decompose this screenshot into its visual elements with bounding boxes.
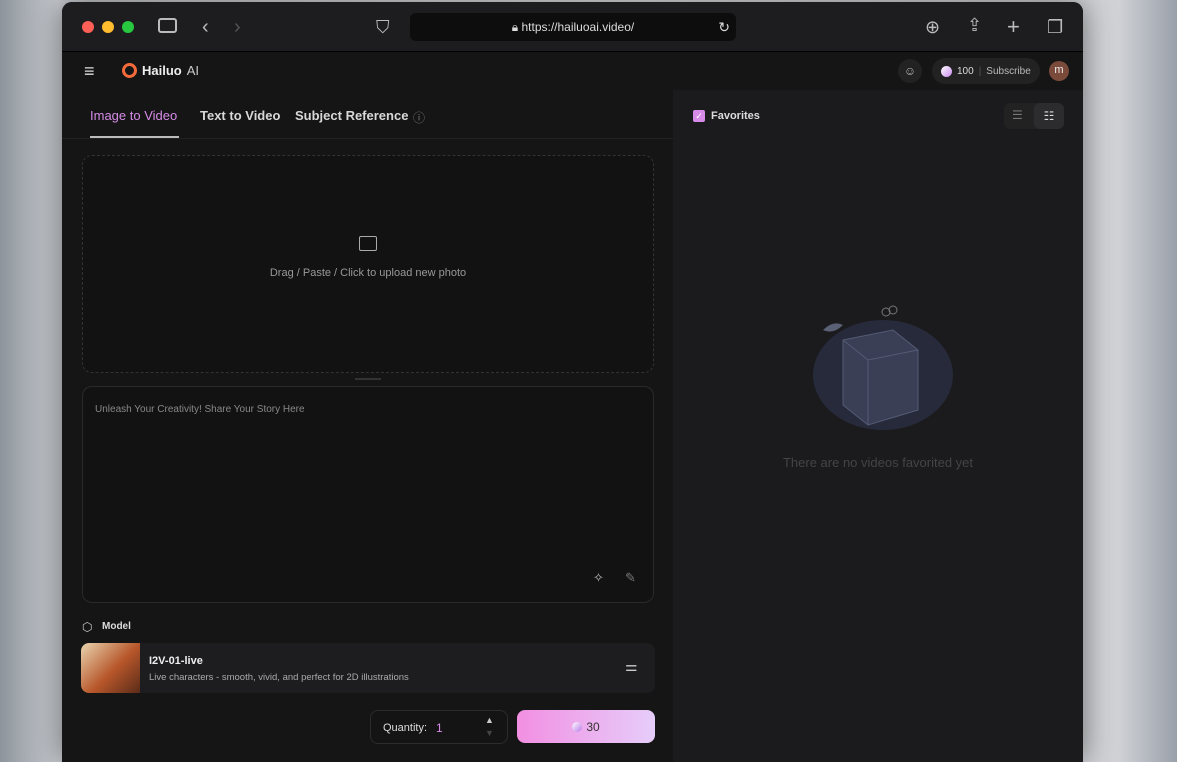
sidebar-toggle-icon[interactable] <box>158 18 177 33</box>
grid-view-icon[interactable]: ☷ <box>1034 103 1064 129</box>
reload-icon[interactable]: ↻ <box>718 13 730 41</box>
increment-icon[interactable]: ▲ <box>485 715 494 725</box>
favorites-label: Favorites <box>711 110 760 122</box>
discord-icon[interactable]: ☺ <box>898 59 922 83</box>
list-view-icon[interactable]: ☰ <box>1012 108 1023 122</box>
tab-image-to-video[interactable]: Image to Video <box>90 108 177 123</box>
shield-icon[interactable]: ⛉ <box>376 18 390 36</box>
tab-subject-reference[interactable]: Subject Reference <box>295 108 408 123</box>
credits-pill[interactable]: 100 | Subscribe <box>932 58 1040 84</box>
empty-state-message: There are no videos favorited yet <box>782 455 974 470</box>
minimize-window-button[interactable] <box>102 21 114 33</box>
address-bar[interactable]: 🔒︎ https://hailuoai.video/↻ <box>410 13 736 41</box>
generate-button[interactable]: 30 <box>517 710 655 743</box>
credit-icon <box>941 65 952 77</box>
empty-box-illustration <box>813 305 953 430</box>
avatar[interactable]: m <box>1049 61 1069 81</box>
credit-icon <box>572 721 583 732</box>
tab-text-to-video[interactable]: Text to Video <box>200 108 280 123</box>
creation-panel: Image to Video Text to Video Subject Ref… <box>62 90 673 762</box>
settings-sliders-icon[interactable]: ⚌ <box>625 658 638 675</box>
logo[interactable]: Hailuo AI <box>122 63 199 78</box>
info-icon[interactable]: ⓘ <box>413 109 425 126</box>
prompt-placeholder: Unleash Your Creativity! Share Your Stor… <box>95 404 305 415</box>
quantity-stepper[interactable]: Quantity: 1 ▲ ▼ <box>370 710 508 744</box>
magic-wand-icon[interactable]: ✧ <box>593 570 604 586</box>
close-window-button[interactable] <box>82 21 94 33</box>
credit-count: 100 <box>957 65 974 77</box>
forward-icon[interactable]: › <box>234 17 241 37</box>
share-icon[interactable]: ⇪ <box>967 16 982 34</box>
upload-area[interactable]: Drag / Paste / Click to upload new photo <box>82 155 654 373</box>
image-upload-icon <box>359 236 377 251</box>
model-thumbnail <box>81 643 140 693</box>
enhance-prompt-icon[interactable]: ✎ <box>625 570 636 586</box>
tab-overview-icon[interactable]: ❐ <box>1047 18 1063 36</box>
prompt-input[interactable]: Unleash Your Creativity! Share Your Stor… <box>82 386 654 603</box>
model-description: Live characters - smooth, vivid, and per… <box>149 672 409 683</box>
url-text: https://hailuoai.video/ <box>521 20 635 34</box>
brand-name: Hailuo <box>142 63 182 78</box>
browser-toolbar: ‹ › ⛉ 🔒︎ https://hailuoai.video/↻ ⊕ ⇪ + … <box>62 2 1083 52</box>
new-tab-icon[interactable]: + <box>1007 16 1020 38</box>
download-icon[interactable]: ⊕ <box>925 18 940 36</box>
browser-window: ‹ › ⛉ 🔒︎ https://hailuoai.video/↻ ⊕ ⇪ + … <box>62 2 1083 762</box>
view-toggle: ☰ ☷ <box>1004 103 1064 129</box>
generate-cost: 30 <box>586 719 600 734</box>
back-icon[interactable]: ‹ <box>202 17 209 37</box>
maximize-window-button[interactable] <box>122 21 134 33</box>
menu-icon[interactable]: ≡ <box>84 62 95 80</box>
subscribe-button[interactable]: Subscribe <box>986 66 1030 77</box>
cube-icon: ⬡ <box>82 620 93 634</box>
model-selector[interactable]: I2V-01-live Live characters - smooth, vi… <box>81 643 655 693</box>
upload-hint: Drag / Paste / Click to upload new photo <box>269 267 467 279</box>
favorites-panel: ✓ Favorites ☰ ☷ There are no videos favo… <box>673 90 1083 762</box>
decrement-icon[interactable]: ▼ <box>485 728 494 738</box>
model-heading: Model <box>102 621 131 632</box>
resize-handle[interactable] <box>355 378 381 380</box>
app-header: ≡ Hailuo AI ☺ 100 | Subscribe m <box>62 52 1083 90</box>
hailuo-logo-icon <box>122 63 137 78</box>
quantity-value: 1 <box>436 721 443 735</box>
quantity-label: Quantity: <box>383 722 428 734</box>
model-name: I2V-01-live <box>149 655 203 667</box>
favorites-checkbox[interactable]: ✓ <box>693 110 705 122</box>
brand-suffix: AI <box>186 63 200 78</box>
